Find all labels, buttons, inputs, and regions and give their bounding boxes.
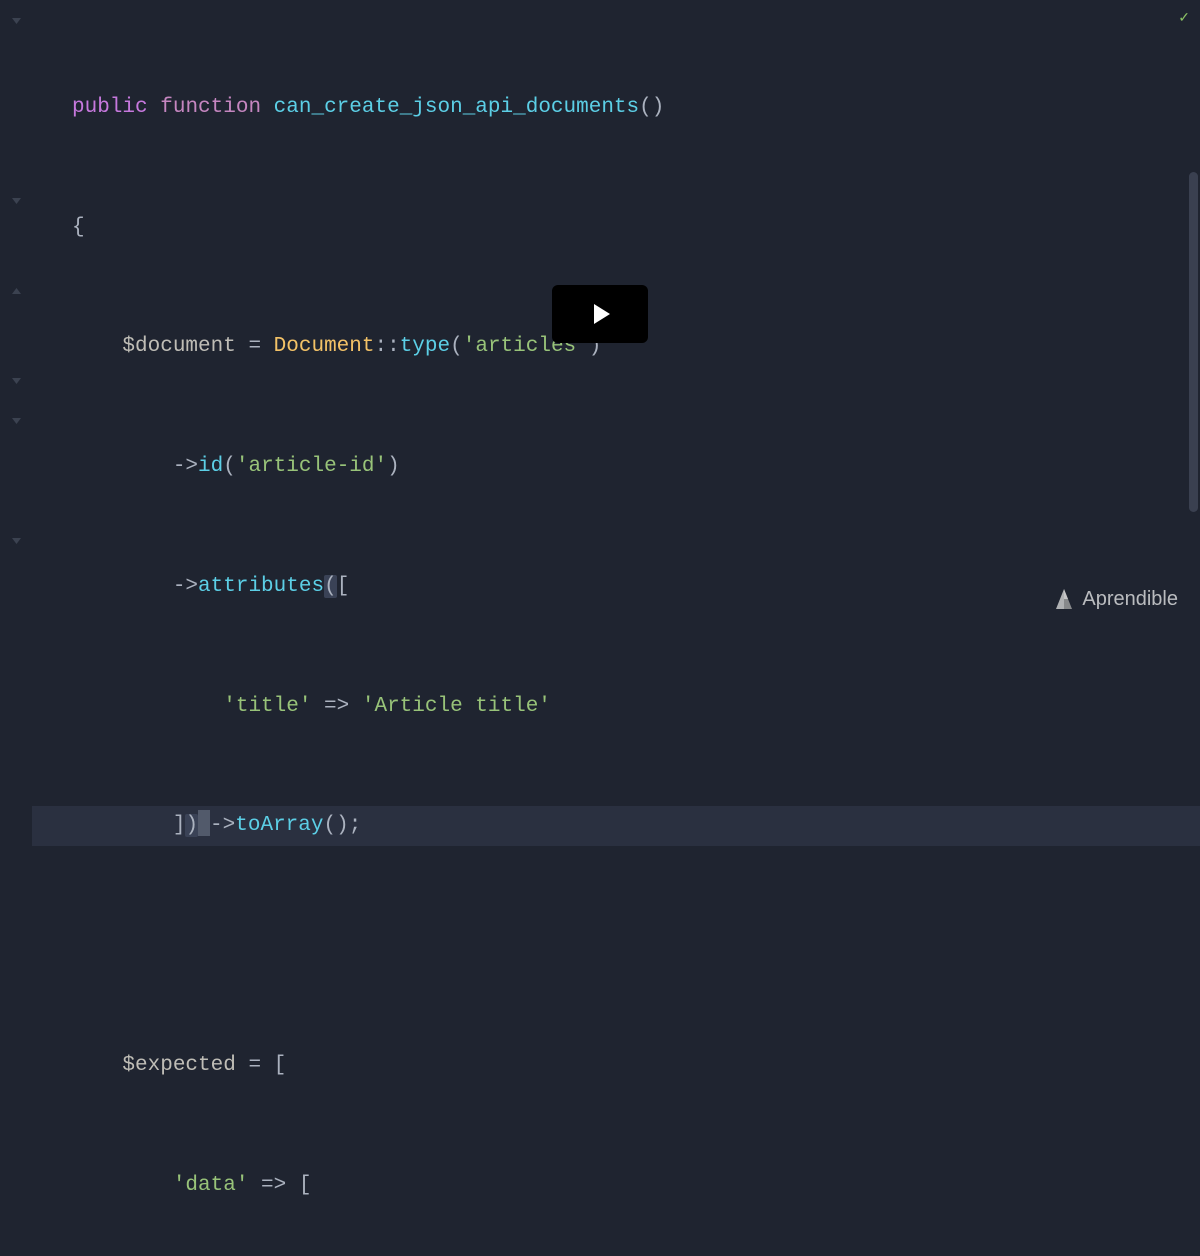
- code-line: 'title' => 'Article title': [32, 687, 1200, 727]
- code-line: ->id('article-id'): [32, 447, 1200, 487]
- fold-icon[interactable]: [12, 288, 21, 294]
- scrollbar-track[interactable]: [1188, 0, 1200, 628]
- fold-icon[interactable]: [12, 418, 21, 424]
- play-icon: [586, 300, 614, 328]
- code-line: public function can_create_json_api_docu…: [32, 88, 1200, 128]
- code-area[interactable]: public function can_create_json_api_docu…: [0, 8, 1200, 1256]
- code-line: $expected = [: [32, 1046, 1200, 1086]
- fold-icon[interactable]: [12, 18, 21, 24]
- fold-icon[interactable]: [12, 538, 21, 544]
- fold-icon[interactable]: [12, 198, 21, 204]
- fold-icon[interactable]: [12, 378, 21, 384]
- brand-text-1: Aprend: [1082, 588, 1147, 610]
- play-button[interactable]: [552, 285, 648, 343]
- text-cursor: [198, 810, 210, 836]
- code-line: [32, 926, 1200, 966]
- code-line-active: ])->toArray();: [32, 806, 1200, 846]
- brand-text-2: ible: [1147, 588, 1178, 610]
- fold-gutter: [0, 0, 28, 628]
- code-line: 'data' => [: [32, 1166, 1200, 1206]
- scrollbar-thumb[interactable]: [1189, 172, 1198, 512]
- code-line: {: [32, 208, 1200, 248]
- brand-logo-icon: [1054, 587, 1074, 611]
- watermark: Aprendible: [1054, 580, 1178, 618]
- code-line: ->attributes([: [32, 567, 1200, 607]
